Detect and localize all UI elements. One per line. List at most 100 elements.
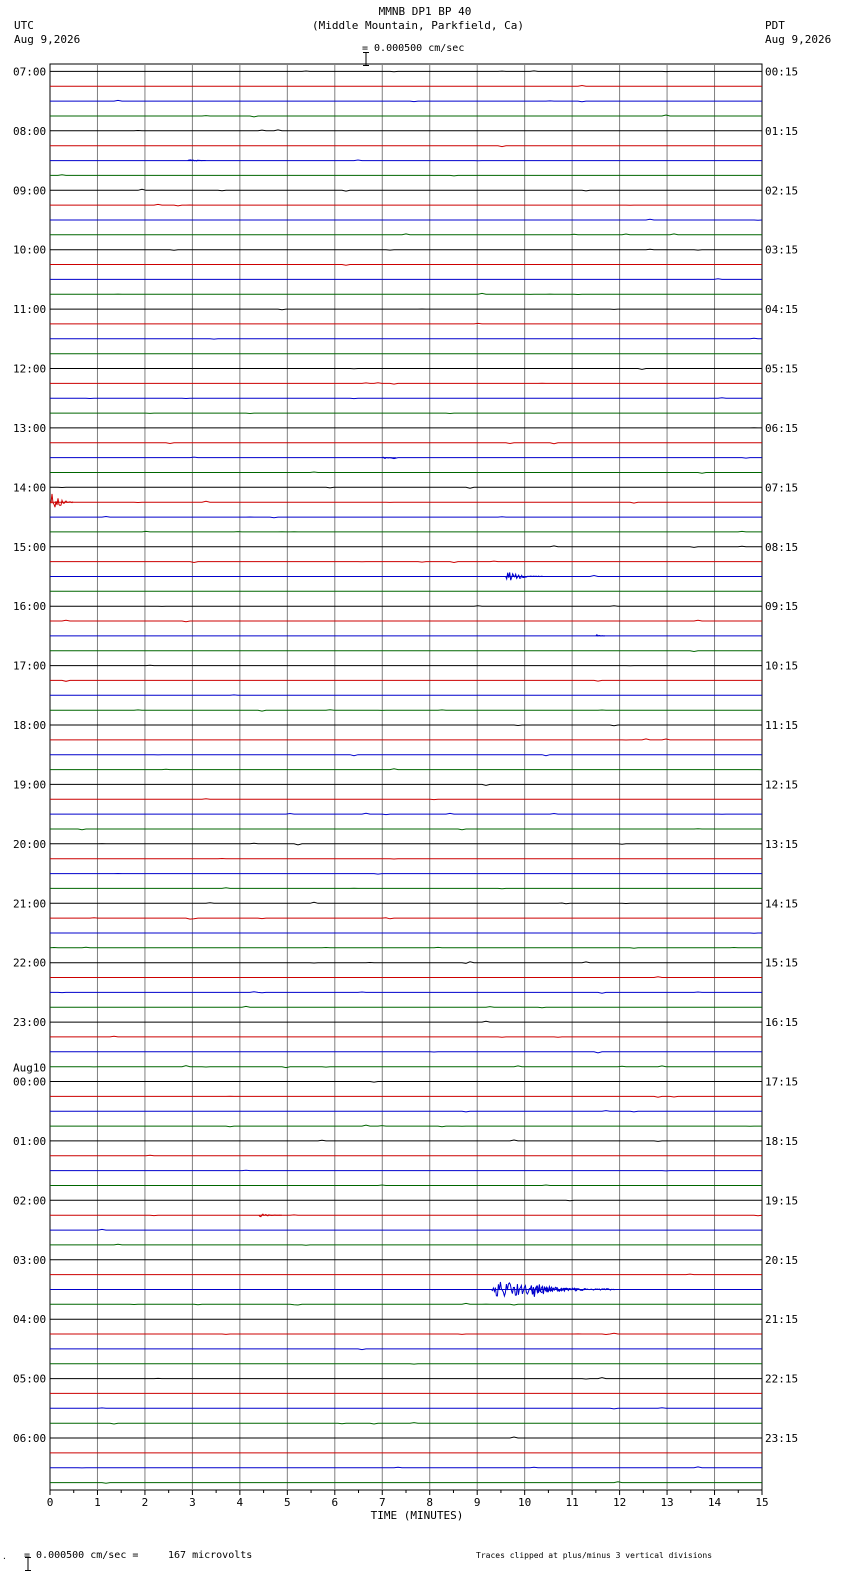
x-tick-label: 13	[660, 1496, 673, 1509]
trace-line	[50, 1348, 762, 1351]
trace-line	[50, 812, 762, 816]
trace-line	[50, 1228, 762, 1231]
trace-line	[50, 264, 762, 266]
x-tick-label: 2	[142, 1496, 149, 1509]
trace-line	[50, 783, 762, 786]
left-hour-label: 21:00	[13, 897, 46, 910]
right-hour-label: 20:15	[765, 1254, 798, 1267]
right-hour-label: 00:15	[765, 65, 798, 78]
left-hour-label: 11:00	[13, 303, 46, 316]
right-hour-label: 12:15	[765, 778, 798, 791]
right-hour-label: 05:15	[765, 363, 798, 376]
trace-line	[50, 368, 762, 370]
event-signal	[595, 633, 605, 637]
left-hour-label: 12:00	[13, 363, 46, 376]
trace-line	[50, 1051, 762, 1054]
trace-line	[50, 1243, 762, 1246]
trace-line	[50, 203, 762, 207]
trace-line	[50, 486, 762, 489]
trace-line	[50, 1020, 762, 1023]
x-tick-label: 0	[47, 1496, 54, 1509]
trace-line	[50, 1035, 762, 1038]
x-tick-label: 14	[708, 1496, 722, 1509]
trace-line	[50, 382, 762, 385]
right-hour-label: 06:15	[765, 422, 798, 435]
trace-line	[50, 248, 762, 251]
trace-line	[50, 1481, 762, 1484]
trace-line	[50, 679, 762, 682]
trace-line	[50, 619, 762, 623]
trace-line	[50, 1332, 762, 1336]
right-hour-label: 07:15	[765, 481, 798, 494]
left-hour-label: 22:00	[13, 957, 46, 970]
trace-line	[50, 1466, 762, 1469]
left-hour-label: 20:00	[13, 838, 46, 851]
left-hour-label: 09:00	[13, 184, 46, 197]
trace-line	[50, 70, 762, 73]
trace-line	[50, 754, 762, 757]
trace-line	[50, 1095, 762, 1098]
trace-line	[50, 917, 762, 920]
trace-line	[50, 842, 762, 846]
x-tick-label: 3	[189, 1496, 196, 1509]
trace-line	[50, 471, 762, 474]
trace-line	[50, 991, 762, 994]
trace-line	[50, 129, 762, 132]
trace-line	[50, 218, 763, 221]
x-tick-label: 8	[426, 1496, 433, 1509]
trace-line	[50, 1169, 762, 1172]
trace-line	[50, 397, 762, 400]
x-tick-label: 1	[94, 1496, 101, 1509]
trace-line	[50, 1436, 762, 1439]
trace-line	[50, 709, 762, 712]
trace-line	[50, 530, 762, 533]
trace-line	[50, 1422, 762, 1425]
footer-scale-label: = 0.000500 cm/sec =	[24, 1550, 139, 1561]
left-hour-label: 10:00	[13, 244, 46, 257]
left-hour-label: 00:00	[13, 1076, 46, 1089]
trace-line	[50, 1199, 762, 1202]
x-tick-label: 11	[566, 1496, 579, 1509]
left-hour-label: 03:00	[13, 1254, 46, 1267]
left-hour-label: 19:00	[13, 778, 46, 791]
trace-line	[50, 1154, 762, 1157]
trace-line	[50, 84, 762, 87]
trace-line	[50, 1065, 762, 1069]
trace-line	[50, 412, 763, 415]
trace-line	[50, 724, 762, 727]
right-hour-label: 10:15	[765, 660, 798, 673]
right-hour-label: 16:15	[765, 1016, 798, 1029]
trace-line	[50, 738, 762, 741]
x-tick-label: 15	[755, 1496, 768, 1509]
trace-line	[50, 1302, 762, 1306]
right-hour-label: 08:15	[765, 541, 798, 554]
right-hour-label: 19:15	[765, 1194, 798, 1207]
trace-line	[50, 1081, 762, 1083]
right-hour-label: 09:15	[765, 600, 798, 613]
trace-line	[50, 292, 762, 296]
right-hour-label: 14:15	[765, 897, 798, 910]
x-tick-label: 6	[331, 1496, 338, 1509]
left-date-label: Aug10	[13, 1062, 46, 1075]
left-hour-label: 05:00	[13, 1373, 46, 1386]
trace-line	[50, 664, 762, 667]
left-hour-label: 08:00	[13, 125, 46, 138]
trace-line	[50, 901, 762, 905]
left-hour-label: 16:00	[13, 600, 46, 613]
trace-line	[50, 768, 763, 771]
trace-line	[50, 605, 762, 607]
x-axis-label: TIME (MINUTES)	[370, 1509, 464, 1522]
left-hour-label: 02:00	[13, 1194, 46, 1207]
footer-mark: .	[2, 1552, 7, 1561]
left-hour-label: 23:00	[13, 1016, 46, 1029]
right-hour-label: 13:15	[765, 838, 798, 851]
plot-frame	[49, 63, 763, 1491]
right-hour-label: 01:15	[765, 125, 798, 138]
trace-line	[50, 337, 762, 340]
trace-line	[50, 560, 762, 564]
left-hour-label: 14:00	[13, 481, 46, 494]
right-hour-label: 03:15	[765, 244, 798, 257]
x-tick-label: 7	[379, 1496, 386, 1509]
right-hour-label: 17:15	[765, 1076, 798, 1089]
trace-line	[50, 857, 762, 860]
